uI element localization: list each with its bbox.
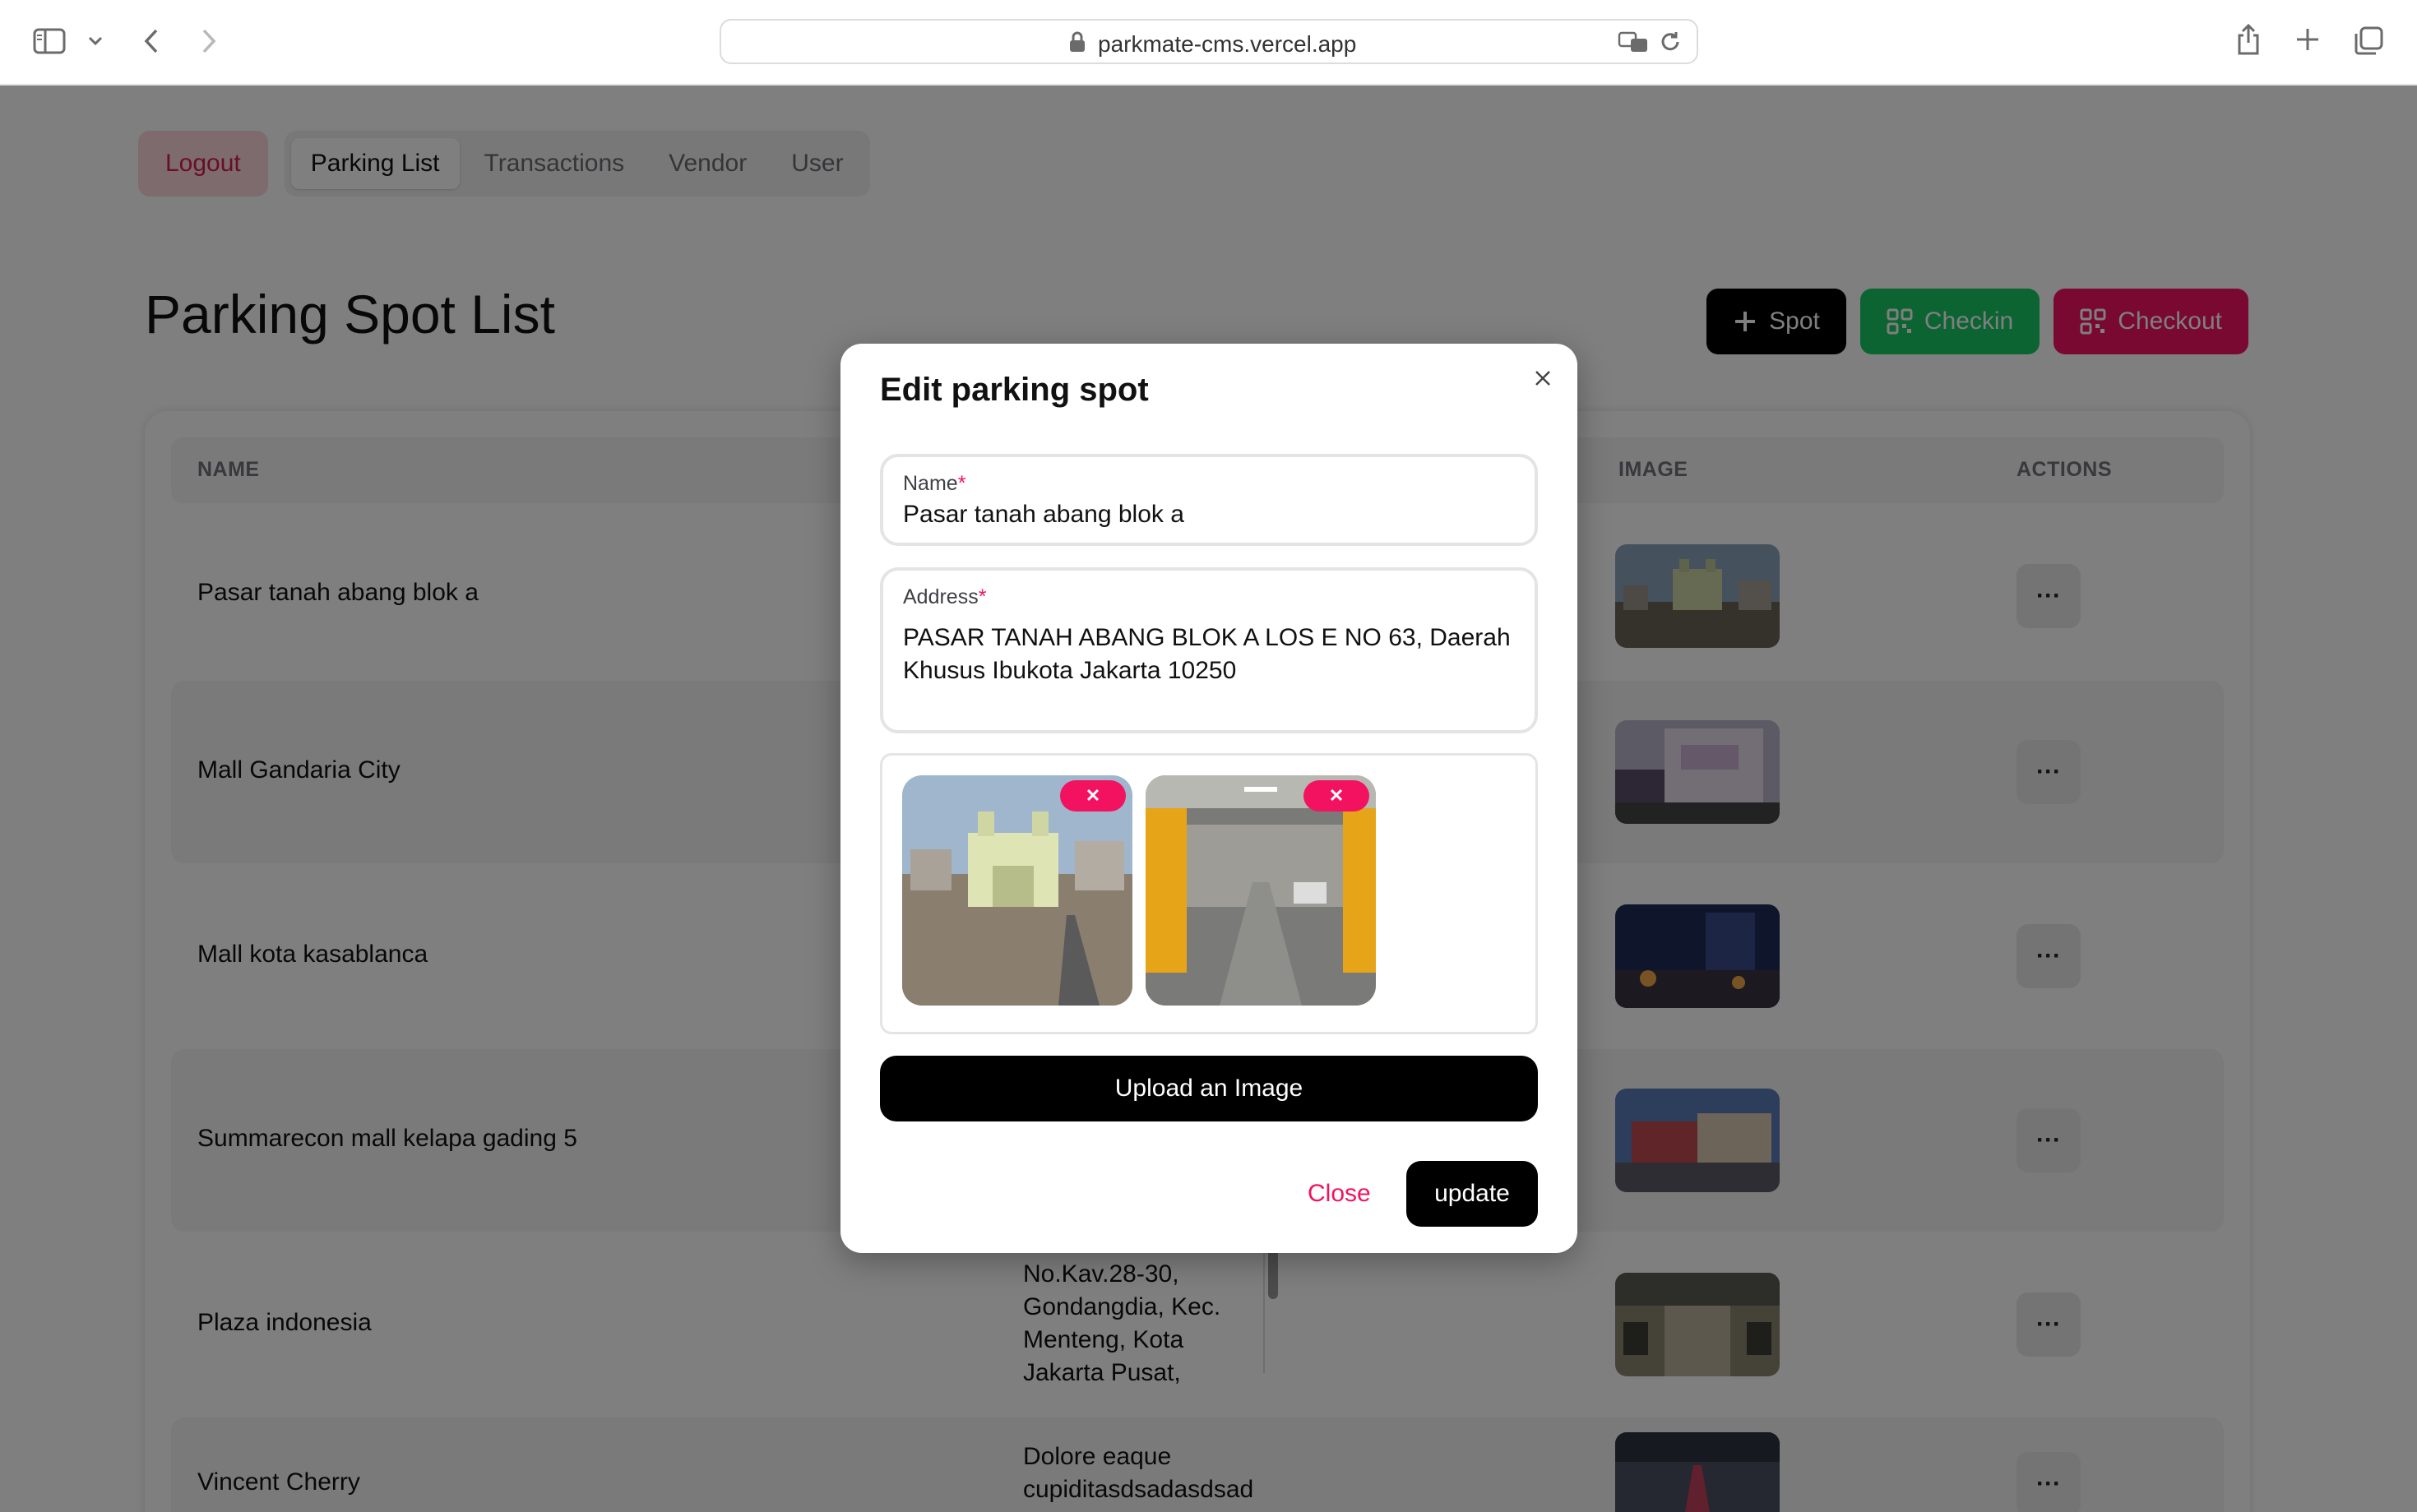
address-bar[interactable]: parkmate-cms.vercel.app [720,19,1698,64]
address-field-line-2: Khusus Ibukota Jakarta 10250 [903,657,1237,684]
new-tab-icon[interactable] [2293,25,2322,54]
upload-image-button[interactable]: Upload an Image [880,1056,1538,1121]
name-field-value: Pasar tanah abang blok a [903,501,1184,528]
address-field-line-1: PASAR TANAH ABANG BLOK A LOS E NO 63, Da… [903,624,1511,651]
update-button[interactable]: update [1406,1161,1538,1227]
share-icon[interactable] [2234,21,2263,58]
forward-icon[interactable] [196,25,222,58]
spot-image: ✕ [1146,775,1376,1006]
sidebar-toggle-icon[interactable] [31,25,67,58]
required-marker: * [957,472,966,495]
back-icon[interactable] [138,25,164,58]
required-marker: * [978,585,987,608]
browser-toolbar: parkmate-cms.vercel.app [0,0,2417,86]
close-icon: ✕ [1328,785,1345,806]
reload-icon[interactable] [1659,30,1682,58]
remove-image-button[interactable]: ✕ [1303,780,1369,811]
edit-parking-spot-modal: Edit parking spot Name* Pasar tanah aban… [840,344,1577,1253]
name-field[interactable]: Name* Pasar tanah abang blok a [880,454,1538,546]
address-field[interactable]: Address* PASAR TANAH ABANG BLOK A LOS E … [880,567,1538,733]
image-gallery: ✕ ✕ [880,753,1538,1034]
close-icon: ✕ [1085,785,1101,806]
modal-title: Edit parking spot [880,372,1149,408]
tab-overview-icon[interactable] [2352,25,2385,58]
address-field-label: Address* [903,585,987,608]
close-button[interactable]: Close [1285,1161,1394,1227]
translate-icon[interactable] [1618,30,1649,58]
chevron-down-icon[interactable] [86,31,105,51]
close-icon[interactable] [1526,362,1559,395]
name-field-label: Name* [903,472,966,495]
spot-image: ✕ [902,775,1132,1006]
remove-image-button[interactable]: ✕ [1060,780,1126,811]
lock-icon [1068,30,1086,58]
url-text: parkmate-cms.vercel.app [1098,31,1357,57]
